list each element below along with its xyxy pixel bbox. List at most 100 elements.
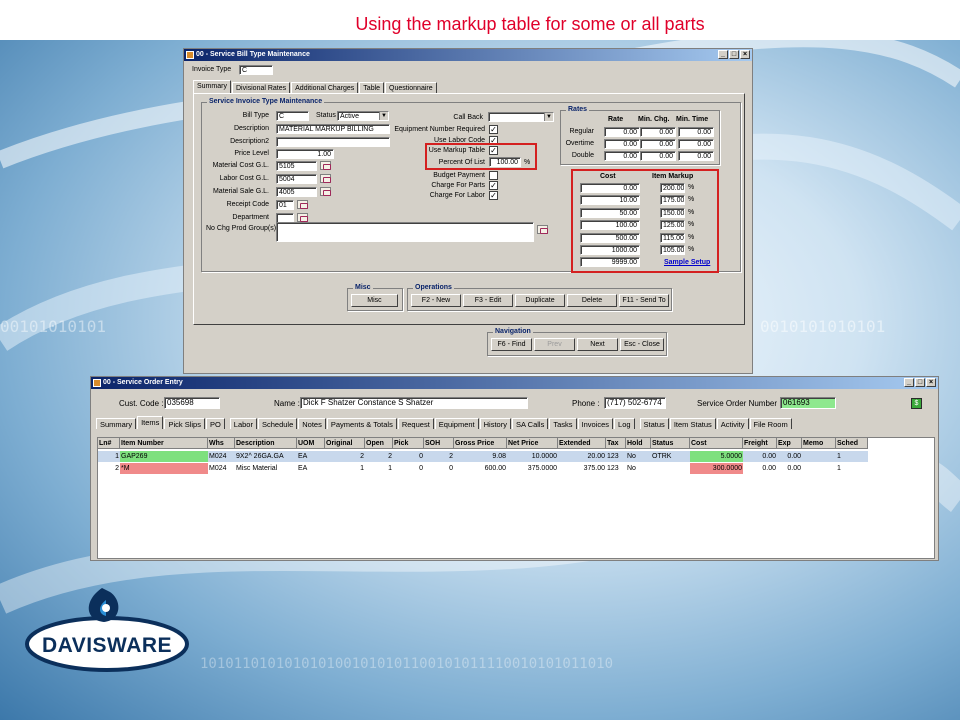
tab-notes[interactable]: Notes: [298, 418, 326, 429]
tab-log[interactable]: Log: [614, 418, 635, 429]
rate-min-chg-field[interactable]: 0.00: [640, 139, 676, 149]
tab-table[interactable]: Table: [359, 82, 385, 93]
tab-schedule[interactable]: Schedule: [257, 418, 298, 429]
tab-request[interactable]: Request: [397, 418, 434, 429]
send-to-button[interactable]: F11 - Send To: [619, 294, 669, 307]
tab-labor[interactable]: Labor: [229, 418, 257, 429]
folder-icon[interactable]: [297, 213, 308, 222]
delete-button[interactable]: Delete: [567, 294, 617, 307]
duplicate-button[interactable]: Duplicate: [515, 294, 565, 307]
tab-summary[interactable]: Summary: [96, 418, 137, 429]
tab-sa-calls[interactable]: SA Calls: [511, 418, 549, 429]
column-header[interactable]: Open: [365, 438, 393, 449]
column-header[interactable]: Whs: [208, 438, 235, 449]
tab-invoices[interactable]: Invoices: [577, 418, 614, 429]
refresh-icon[interactable]: $: [911, 398, 922, 409]
call-back-select[interactable]: ▼: [488, 112, 554, 122]
rate-rate-field[interactable]: 0.00: [604, 139, 640, 149]
tab-equipment[interactable]: Equipment: [434, 418, 479, 429]
column-header[interactable]: Extended: [558, 438, 606, 449]
tab-divisional-rates[interactable]: Divisional Rates: [231, 82, 291, 93]
rate-min-time-field[interactable]: 0.00: [678, 139, 714, 149]
cust-code-field[interactable]: 035698: [164, 397, 220, 409]
rate-min-chg-field[interactable]: 0.00: [640, 151, 676, 161]
order-entry-titlebar[interactable]: 00 - Service Order Entry _ □ ×: [91, 377, 938, 389]
column-header[interactable]: Ln#: [98, 438, 120, 449]
column-header[interactable]: Tax: [606, 438, 626, 449]
status-select[interactable]: Active ▼: [337, 111, 389, 121]
column-header[interactable]: Status: [651, 438, 690, 449]
new-button[interactable]: F2 - New: [411, 294, 461, 307]
folder-icon[interactable]: [297, 200, 308, 209]
column-header[interactable]: Sched: [836, 438, 868, 449]
no-chg-prod-group-field[interactable]: [276, 222, 534, 242]
order-number-field[interactable]: 061693: [780, 397, 836, 409]
column-header[interactable]: Exp: [777, 438, 802, 449]
rate-rate-field[interactable]: 0.00: [604, 127, 640, 137]
column-header[interactable]: Freight: [743, 438, 777, 449]
labor-cost-gl-field[interactable]: 5004: [276, 174, 317, 184]
tab-summary[interactable]: Summary: [193, 80, 231, 93]
tab-history[interactable]: History: [479, 418, 511, 429]
tab-payments-totals[interactable]: Payments & Totals: [326, 418, 397, 429]
name-field[interactable]: Dick F Shatzer Constance S Shatzer: [300, 397, 528, 409]
folder-icon[interactable]: [537, 225, 548, 234]
budget-payment-checkbox[interactable]: [489, 171, 498, 180]
folder-icon[interactable]: [320, 174, 331, 183]
column-header[interactable]: UOM: [297, 438, 325, 449]
receipt-code-field[interactable]: 01: [276, 200, 294, 210]
equip-required-checkbox[interactable]: ✓: [489, 125, 498, 134]
column-header[interactable]: Net Price: [507, 438, 558, 449]
tab-po[interactable]: PO: [205, 418, 225, 429]
tab-questionnaire[interactable]: Questionnaire: [385, 82, 437, 93]
close-button[interactable]: Esc - Close: [620, 338, 664, 351]
material-cost-gl-field[interactable]: 5105: [276, 161, 317, 171]
rate-min-time-field[interactable]: 0.00: [678, 127, 714, 137]
minimize-icon[interactable]: _: [718, 50, 728, 59]
column-header[interactable]: Pick: [393, 438, 424, 449]
folder-icon[interactable]: [320, 161, 331, 170]
column-header[interactable]: Description: [235, 438, 297, 449]
tab-file-room[interactable]: File Room: [749, 418, 792, 429]
table-row[interactable]: 1 GAP269 M024 9X2^ 26GA.GA EA 2 2 0 2 9.08 10.0000…: [98, 451, 868, 462]
misc-button[interactable]: Misc: [351, 294, 398, 307]
bill-type-field[interactable]: C: [276, 111, 309, 121]
bill-type-titlebar[interactable]: 00 - Service Bill Type Maintenance _ □ ×: [184, 49, 752, 61]
close-icon[interactable]: ×: [740, 50, 750, 59]
tab-tasks[interactable]: Tasks: [549, 418, 577, 429]
chevron-down-icon[interactable]: ▼: [544, 113, 553, 121]
column-header[interactable]: Original: [325, 438, 365, 449]
rate-min-chg-field[interactable]: 0.00: [640, 127, 676, 137]
next-button[interactable]: Next: [577, 338, 618, 351]
table-row[interactable]: 2 *M M024 Misc Material EA 1 1 0 0 600.00 375.0000…: [98, 463, 868, 474]
tab-additional-charges[interactable]: Additional Charges: [291, 82, 359, 93]
minimize-icon[interactable]: _: [904, 378, 914, 387]
invoice-type-field[interactable]: C: [239, 65, 273, 75]
tab-status[interactable]: Status: [639, 418, 669, 429]
price-level-field[interactable]: 1.00: [276, 149, 334, 159]
column-header[interactable]: Item Number: [120, 438, 208, 449]
folder-icon[interactable]: [320, 187, 331, 196]
edit-button[interactable]: F3 - Edit: [463, 294, 513, 307]
column-header[interactable]: Memo: [802, 438, 836, 449]
charge-for-labor-checkbox[interactable]: ✓: [489, 191, 498, 200]
description2-field[interactable]: [276, 137, 390, 147]
prev-button[interactable]: Prev: [534, 338, 575, 351]
phone-field[interactable]: (717) 502-6774: [604, 397, 666, 409]
find-button[interactable]: F6 - Find: [491, 338, 532, 351]
close-icon[interactable]: ×: [926, 378, 936, 387]
maximize-icon[interactable]: □: [729, 50, 739, 59]
tab-item-status[interactable]: Item Status: [669, 418, 716, 429]
column-header[interactable]: Hold: [626, 438, 651, 449]
tab-pick-slips[interactable]: Pick Slips: [164, 418, 205, 429]
column-header[interactable]: Cost: [690, 438, 743, 449]
tab-activity[interactable]: Activity: [716, 418, 749, 429]
charge-for-parts-checkbox[interactable]: ✓: [489, 181, 498, 190]
maximize-icon[interactable]: □: [915, 378, 925, 387]
material-sale-gl-field[interactable]: 4005: [276, 187, 317, 197]
rate-rate-field[interactable]: 0.00: [604, 151, 640, 161]
rate-min-time-field[interactable]: 0.00: [678, 151, 714, 161]
tab-items[interactable]: Items: [137, 416, 164, 429]
description-field[interactable]: MATERIAL MARKUP BILLING: [276, 124, 390, 134]
column-header[interactable]: SOH: [424, 438, 454, 449]
